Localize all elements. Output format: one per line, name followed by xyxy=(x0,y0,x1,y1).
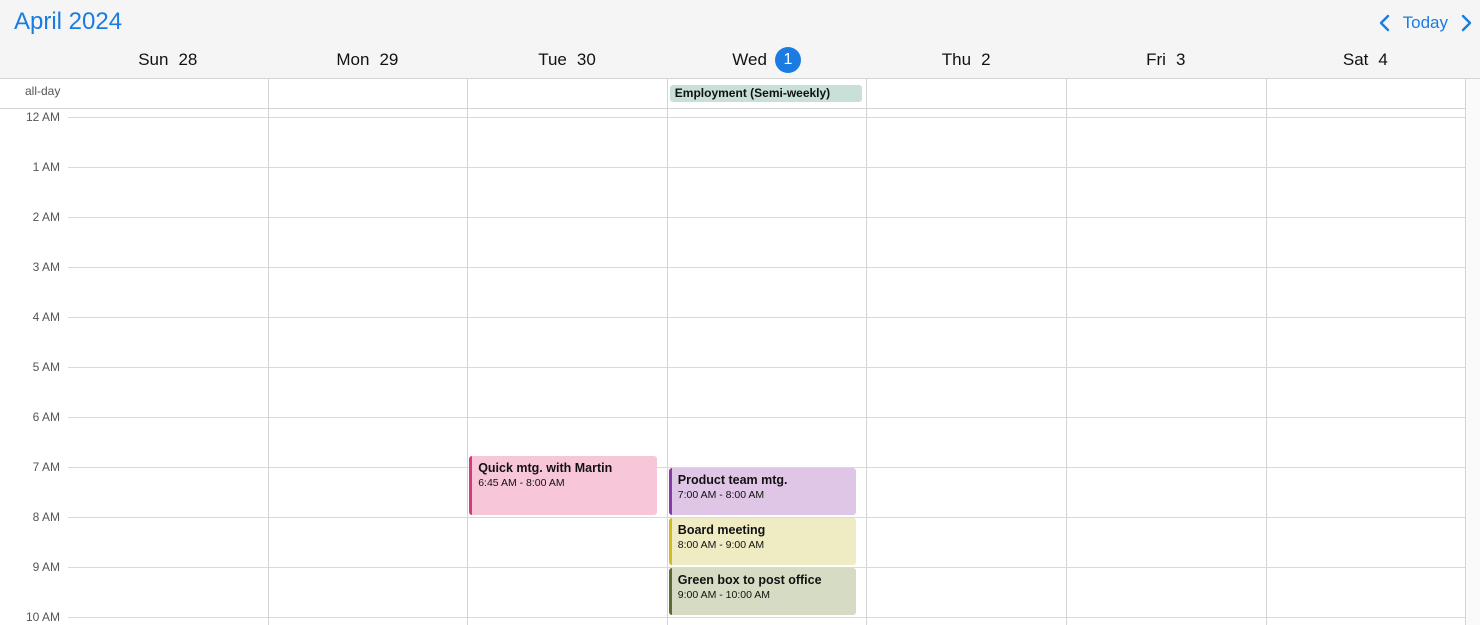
all-day-label: all-day xyxy=(25,84,61,98)
next-week-button[interactable] xyxy=(1454,10,1480,36)
chevron-left-icon xyxy=(1379,14,1389,32)
hour-label: 5 AM xyxy=(32,360,60,374)
hour-label: 3 AM xyxy=(32,260,60,274)
column-divider xyxy=(866,79,867,625)
navigation-controls: Today xyxy=(1371,10,1480,36)
day-name: Fri xyxy=(1146,50,1166,69)
day-header-fri[interactable]: Fri 3 xyxy=(1066,48,1266,72)
hour-label: 10 AM xyxy=(25,610,60,624)
event-title: Green box to post office xyxy=(677,573,822,587)
day-number: 30 xyxy=(576,50,596,69)
calendar-event[interactable]: Green box to post office 9:00 AM - 10:00 … xyxy=(668,568,857,615)
calendar-event[interactable]: Product team mtg. 7:00 AM - 8:00 AM xyxy=(668,468,857,515)
day-number: 29 xyxy=(379,50,399,69)
calendar-event[interactable]: Board meeting 8:00 AM - 9:00 AM xyxy=(668,518,857,565)
hour-label: 2 AM xyxy=(32,210,60,224)
hour-gridline xyxy=(68,367,1465,368)
event-title: Product team mtg. xyxy=(677,473,788,487)
event-title: Quick mtg. with Martin xyxy=(478,460,613,475)
day-number: 2 xyxy=(981,50,991,69)
calendar-event[interactable]: Quick mtg. with Martin 6:45 AM - 8:00 AM xyxy=(469,455,657,515)
day-name: Sun xyxy=(138,50,169,69)
column-divider xyxy=(268,79,269,625)
day-header-wed[interactable]: Wed 1 xyxy=(667,47,867,73)
column-divider xyxy=(467,79,468,625)
column-divider xyxy=(1066,79,1067,625)
day-header-mon[interactable]: Mon 29 xyxy=(268,48,468,72)
day-name: Thu xyxy=(941,50,972,69)
chevron-right-icon xyxy=(1461,14,1472,32)
hour-gridline xyxy=(68,417,1465,418)
day-name: Tue xyxy=(538,50,567,69)
hour-label: 1 AM xyxy=(32,160,60,174)
all-day-event[interactable]: Employment (Semi-weekly) xyxy=(669,85,863,102)
event-time: 8:00 AM - 9:00 AM xyxy=(677,539,765,551)
hour-label: 6 AM xyxy=(32,410,60,424)
day-header-sun[interactable]: Sun 28 xyxy=(68,48,268,72)
column-divider xyxy=(667,79,668,625)
hour-label: 7 AM xyxy=(32,460,60,474)
day-header-sat[interactable]: Sat 4 xyxy=(1266,48,1466,72)
day-name: Sat xyxy=(1342,50,1369,69)
column-divider xyxy=(1266,79,1267,625)
today-button[interactable]: Today xyxy=(1397,13,1454,33)
event-time: 7:00 AM - 8:00 AM xyxy=(677,489,765,501)
hour-gridline xyxy=(68,267,1465,268)
hour-label: 8 AM xyxy=(32,510,60,524)
previous-week-button[interactable] xyxy=(1371,10,1397,36)
today-date-badge: 1 xyxy=(774,47,801,73)
hour-gridline xyxy=(68,167,1465,168)
day-number: 28 xyxy=(178,50,198,69)
month-title: April 2024 xyxy=(14,8,123,35)
hour-label: 12 AM xyxy=(25,110,60,124)
event-time: 6:45 AM - 8:00 AM xyxy=(478,476,565,489)
scrollbar-track[interactable] xyxy=(1465,79,1480,625)
day-name: Mon xyxy=(336,50,370,69)
hour-gridline xyxy=(68,317,1465,318)
day-header-tue[interactable]: Tue 30 xyxy=(467,48,667,72)
hour-gridline xyxy=(68,617,1465,618)
day-header-thu[interactable]: Thu 2 xyxy=(866,48,1066,72)
day-number: 4 xyxy=(1378,50,1388,69)
day-number: 3 xyxy=(1175,50,1186,69)
hour-gridline xyxy=(68,217,1465,218)
column-divider xyxy=(1465,79,1466,625)
event-time: 9:00 AM - 10:00 AM xyxy=(677,589,771,601)
day-name: Wed xyxy=(732,50,767,69)
hour-label: 9 AM xyxy=(32,560,60,574)
hour-label: 4 AM xyxy=(32,310,60,324)
hour-gridline xyxy=(68,117,1465,118)
event-title: Board meeting xyxy=(677,523,766,537)
calendar-toolbar: April 2024 Today Sun 28 Mon 29 Tue 30 Wed 1 Thu 2… xyxy=(0,0,1480,79)
